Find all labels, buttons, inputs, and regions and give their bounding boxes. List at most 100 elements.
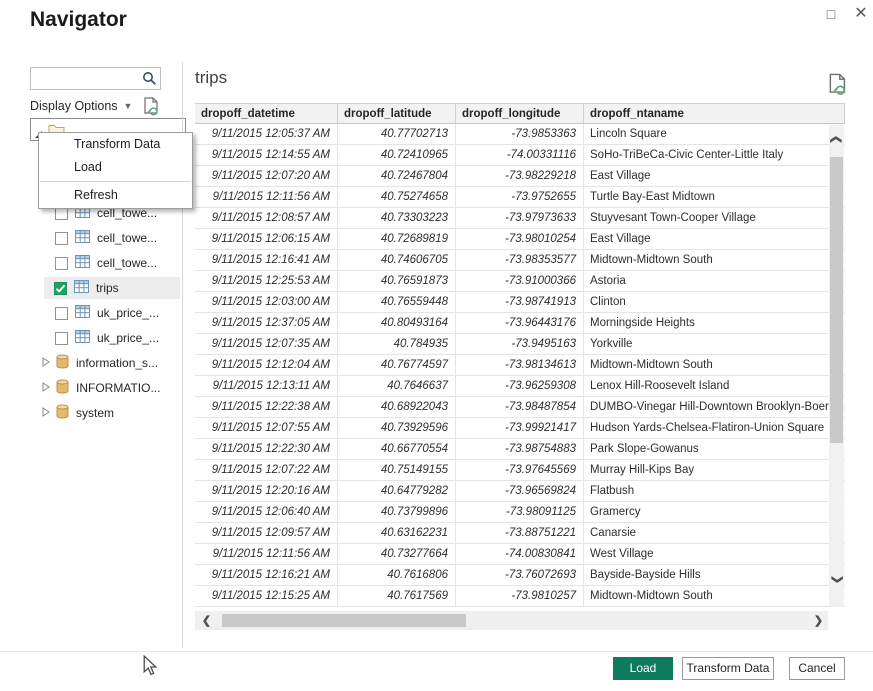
cell-ntaname: Yorkville [584, 334, 845, 354]
checkbox-unchecked[interactable] [55, 257, 68, 270]
column-header-dropoff-longitude[interactable]: dropoff_longitude [456, 104, 584, 123]
cell-latitude: 40.76591873 [338, 271, 456, 291]
cell-longitude: -73.98353577 [456, 250, 584, 270]
cell-ntaname: SoHo-TriBeCa-Civic Center-Little Italy [584, 145, 845, 165]
cell-longitude: -74.00830841 [456, 544, 584, 564]
table-icon [75, 230, 90, 246]
table-label: uk_price_... [97, 306, 159, 320]
cell-ntaname: Astoria [584, 271, 845, 291]
cell-datetime: 9/11/2015 12:37:05 AM [195, 313, 338, 333]
refresh-preview-icon[interactable] [828, 73, 848, 102]
column-header-dropoff-ntaname[interactable]: dropoff_ntaname [584, 104, 845, 123]
cell-latitude: 40.63162231 [338, 523, 456, 543]
checkbox-unchecked[interactable] [55, 232, 68, 245]
sidebar-item-information-schema[interactable]: information_s... [30, 352, 180, 374]
cell-longitude: -73.98010254 [456, 229, 584, 249]
cell-longitude: -73.96569824 [456, 481, 584, 501]
table-row: 9/11/2015 12:20:16 AM40.64779282-73.9656… [195, 481, 845, 502]
cell-longitude: -73.88751221 [456, 523, 584, 543]
cell-latitude: 40.64779282 [338, 481, 456, 501]
cell-datetime: 9/11/2015 12:20:16 AM [195, 481, 338, 501]
cell-latitude: 40.784935 [338, 334, 456, 354]
cancel-button[interactable]: Cancel [789, 657, 845, 680]
preview-table: dropoff_datetime dropoff_latitude dropof… [195, 103, 845, 607]
transform-data-button[interactable]: Transform Data [682, 657, 774, 680]
cell-ntaname: Midtown-Midtown South [584, 355, 845, 375]
database-label: INFORMATIO... [76, 381, 160, 395]
context-menu-item-load[interactable]: Load [39, 156, 192, 179]
cell-longitude: -73.9752655 [456, 187, 584, 207]
scroll-right-icon[interactable]: ❯ [811, 614, 826, 627]
cell-latitude: 40.72689819 [338, 229, 456, 249]
vertical-scrollbar-thumb[interactable] [830, 157, 843, 443]
preview-title: trips [195, 68, 227, 88]
sidebar-item-information-schema-upper[interactable]: INFORMATIO... [30, 377, 180, 399]
table-label: uk_price_... [97, 331, 159, 345]
table-row: 9/11/2015 12:13:11 AM40.7646637-73.96259… [195, 376, 845, 397]
sidebar-item-uk-price-1[interactable]: uk_price_... [30, 302, 180, 324]
table-row: 9/11/2015 12:16:21 AM40.7616806-73.76072… [195, 565, 845, 586]
cell-datetime: 9/11/2015 12:07:20 AM [195, 166, 338, 186]
context-menu-item-refresh[interactable]: Refresh [39, 184, 192, 207]
cell-datetime: 9/11/2015 12:06:15 AM [195, 229, 338, 249]
maximize-icon[interactable]: □ [818, 2, 844, 26]
table-label: trips [96, 281, 119, 295]
cell-longitude: -73.98229218 [456, 166, 584, 186]
cell-longitude: -73.91000366 [456, 271, 584, 291]
cell-longitude: -73.9810257 [456, 586, 584, 606]
cell-datetime: 9/11/2015 12:05:37 AM [195, 124, 338, 144]
sidebar-item-uk-price-2[interactable]: uk_price_... [30, 327, 180, 349]
chevron-down-icon: ▼ [124, 101, 133, 111]
checkbox-checked[interactable] [54, 282, 67, 295]
tree-collapsed-icon[interactable] [42, 406, 50, 420]
table-label: cell_towe... [97, 256, 157, 270]
cell-latitude: 40.72467804 [338, 166, 456, 186]
database-icon [56, 404, 69, 422]
close-icon[interactable]: ✕ [848, 2, 873, 26]
cell-longitude: -73.98754883 [456, 439, 584, 459]
cell-longitude: -73.97973633 [456, 208, 584, 228]
column-header-dropoff-datetime[interactable]: dropoff_datetime [195, 104, 338, 123]
checkbox-unchecked[interactable] [55, 332, 68, 345]
horizontal-scrollbar-thumb[interactable] [222, 614, 466, 627]
context-menu-item-transform-data[interactable]: Transform Data [39, 133, 192, 156]
table-row: 9/11/2015 12:11:56 AM40.75274658-73.9752… [195, 187, 845, 208]
cell-datetime: 9/11/2015 12:06:40 AM [195, 502, 338, 522]
scroll-left-icon[interactable]: ❮ [199, 614, 214, 627]
cell-datetime: 9/11/2015 12:11:56 AM [195, 187, 338, 207]
cell-ntaname: Hudson Yards-Chelsea-Flatiron-Union Squa… [584, 418, 845, 438]
horizontal-scrollbar[interactable]: ❮ ❯ [195, 611, 828, 630]
sidebar-item-system[interactable]: system [30, 402, 180, 424]
tree-collapsed-icon[interactable] [42, 381, 50, 395]
sidebar-item-cell-towers-3[interactable]: cell_towe... [30, 252, 180, 274]
cell-longitude: -73.98741913 [456, 292, 584, 312]
tree-collapsed-icon[interactable] [42, 356, 50, 370]
cell-ntaname: Midtown-Midtown South [584, 250, 845, 270]
cell-datetime: 9/11/2015 12:03:00 AM [195, 292, 338, 312]
cell-datetime: 9/11/2015 12:16:21 AM [195, 565, 338, 585]
cell-ntaname: Murray Hill-Kips Bay [584, 460, 845, 480]
search-input[interactable] [31, 68, 136, 89]
cell-latitude: 40.75274658 [338, 187, 456, 207]
cell-datetime: 9/11/2015 12:25:53 AM [195, 271, 338, 291]
sidebar-item-trips[interactable]: trips [44, 277, 180, 299]
footer-divider [0, 651, 873, 652]
cell-datetime: 9/11/2015 12:07:35 AM [195, 334, 338, 354]
table-row: 9/11/2015 12:14:55 AM40.72410965-74.0033… [195, 145, 845, 166]
cell-latitude: 40.75149155 [338, 460, 456, 480]
search-box[interactable] [30, 67, 161, 90]
scroll-down-icon[interactable]: ❮ [830, 572, 843, 587]
sidebar-item-cell-towers-2[interactable]: cell_towe... [30, 227, 180, 249]
checkbox-unchecked[interactable] [55, 307, 68, 320]
cell-datetime: 9/11/2015 12:22:38 AM [195, 397, 338, 417]
cell-latitude: 40.72410965 [338, 145, 456, 165]
cell-latitude: 40.66770554 [338, 439, 456, 459]
display-options-label: Display Options [30, 99, 118, 113]
cell-latitude: 40.76774597 [338, 355, 456, 375]
column-header-dropoff-latitude[interactable]: dropoff_latitude [338, 104, 456, 123]
cell-ntaname: Canarsie [584, 523, 845, 543]
scroll-up-icon[interactable]: ❮ [830, 132, 843, 147]
cell-ntaname: Lincoln Square [584, 124, 845, 144]
vertical-scrollbar[interactable]: ❮ ❮ [829, 125, 844, 607]
load-button[interactable]: Load [613, 657, 673, 680]
